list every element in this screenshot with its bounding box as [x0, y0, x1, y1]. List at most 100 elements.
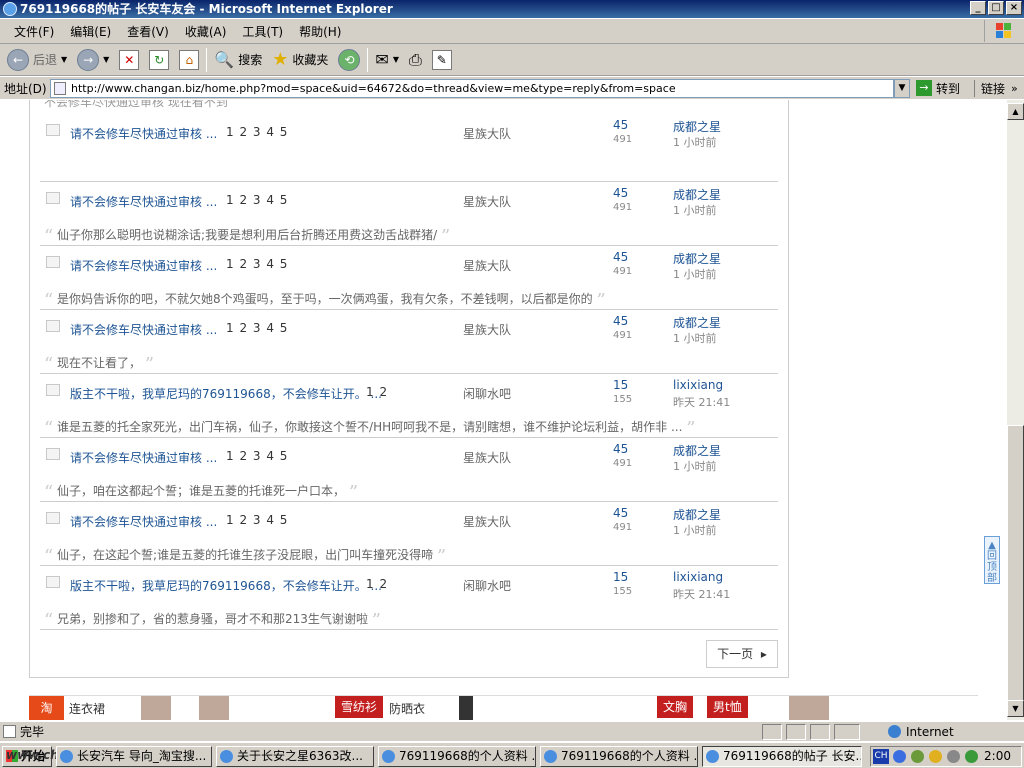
back-to-top-button[interactable]: ▲ 回顶部	[984, 536, 1000, 584]
refresh-button[interactable]: ↻	[146, 47, 172, 73]
status-text: 完毕	[20, 725, 45, 739]
tray-icon[interactable]	[947, 750, 960, 763]
reply-count[interactable]: 15	[613, 378, 628, 392]
search-button[interactable]: 🔍 搜索	[211, 47, 265, 73]
address-dropdown-button[interactable]: ▼	[894, 78, 910, 98]
print-button[interactable]: ⎙	[406, 47, 425, 73]
thread-title-link[interactable]: 请不会修车尽快通过审核 ...	[70, 449, 217, 466]
last-poster-link[interactable]: 成都之星	[673, 442, 721, 459]
maximize-button[interactable]: □	[988, 1, 1004, 15]
forum-link[interactable]: 星族大队	[463, 125, 511, 142]
go-button[interactable]: → 转到	[916, 80, 960, 97]
ad-men-tshirt[interactable]: 男t恤	[707, 696, 748, 718]
stop-button[interactable]: ✕	[116, 47, 142, 73]
last-poster-link[interactable]: 成都之星	[673, 314, 721, 331]
ad-bra[interactable]: 文胸	[657, 696, 694, 718]
ad-banner[interactable]: 淘 连衣裙 雪纺衫 防晒衣 文胸 男t恤	[29, 695, 978, 720]
reply-count[interactable]: 45	[613, 314, 628, 328]
chevron-right-icon[interactable]: »	[1011, 82, 1018, 95]
thread-page-links[interactable]: 1 2 3 4 5	[226, 449, 288, 463]
thread-icon	[46, 448, 60, 460]
zone-label: Internet	[906, 725, 954, 739]
forward-button[interactable]: → ▼	[74, 47, 112, 73]
reply-count[interactable]: 45	[613, 186, 628, 200]
last-poster-link[interactable]: 成都之星	[673, 506, 721, 523]
taskbar-item-active[interactable]: 769119668的帖子 长安...	[702, 746, 862, 767]
back-button[interactable]: ← 后退 ▼	[4, 47, 70, 73]
dropdown-icon: ▼	[103, 55, 110, 64]
scroll-down-button[interactable]: ▼	[1007, 700, 1024, 717]
thread-title-link[interactable]: 版主不干啦，我草尼玛的769119668，不会修车让开。 ...	[70, 385, 382, 402]
ie-icon	[706, 750, 719, 763]
vertical-scrollbar[interactable]: ▲ ▼	[1007, 100, 1024, 720]
menu-view[interactable]: 查看(V)	[119, 23, 177, 40]
thread-page-links[interactable]: 1 2 3 4 5	[226, 257, 288, 271]
edit-button[interactable]: ✎	[429, 47, 455, 73]
address-input[interactable]: http://www.changan.biz/home.php?mod=spac…	[50, 78, 894, 98]
thread-title-link[interactable]: 请不会修车尽快通过审核 ...	[70, 257, 217, 274]
ad-chiffon[interactable]: 雪纺衫	[335, 696, 384, 718]
thread-page-links[interactable]: 1 2 3 4 5	[226, 193, 288, 207]
favorites-button[interactable]: ★ 收藏夹	[269, 47, 331, 73]
forum-link[interactable]: 闲聊水吧	[463, 385, 511, 402]
forum-link[interactable]: 闲聊水吧	[463, 577, 511, 594]
forum-link[interactable]: 星族大队	[463, 513, 511, 530]
quote-close-icon: ”	[440, 226, 451, 247]
menu-favorites[interactable]: 收藏(A)	[177, 23, 235, 40]
reply-count[interactable]: 15	[613, 570, 628, 584]
mail-button[interactable]: ✉ ▼	[372, 47, 402, 73]
window-title-bar[interactable]: 769119668的帖子 长安车友会 - Microsoft Internet …	[0, 0, 1024, 18]
forum-link[interactable]: 星族大队	[463, 449, 511, 466]
tray-icon[interactable]	[911, 750, 924, 763]
thread-title-link[interactable]: 请不会修车尽快通过审核 ...	[70, 513, 217, 530]
last-poster-link[interactable]: 成都之星	[673, 186, 721, 203]
menu-file[interactable]: 文件(F)	[6, 23, 62, 40]
forum-link[interactable]: 星族大队	[463, 257, 511, 274]
thread-title-link[interactable]: 请不会修车尽快通过审核 ...	[70, 193, 217, 210]
language-indicator[interactable]: CH	[873, 749, 889, 764]
star-icon: ★	[272, 49, 289, 70]
minimize-button[interactable]: _	[970, 1, 986, 15]
taskbar-item[interactable]: 长安汽车 导向_淘宝搜...	[56, 746, 212, 767]
taskbar-item[interactable]: 769119668的个人资料 ...	[378, 746, 536, 767]
thread-title-link[interactable]: 版主不干啦，我草尼玛的769119668，不会修车让开。 ...	[70, 577, 382, 594]
tray-icon[interactable]	[965, 750, 978, 763]
menu-edit[interactable]: 编辑(E)	[62, 23, 119, 40]
qq-icon[interactable]	[929, 750, 942, 763]
thread-title-link[interactable]: 请不会修车尽快通过审核 ...	[70, 125, 217, 142]
taskbar-item[interactable]: 769119668的个人资料 ...	[540, 746, 698, 767]
page-done-icon	[3, 725, 16, 738]
home-button[interactable]: ⌂	[176, 47, 202, 73]
reply-count[interactable]: 45	[613, 118, 628, 132]
menu-tools[interactable]: 工具(T)	[234, 23, 291, 40]
last-poster-link[interactable]: lixixiang	[673, 378, 723, 392]
thread-page-links[interactable]: 1 2 3 4 5	[226, 125, 288, 139]
reply-count[interactable]: 45	[613, 506, 628, 520]
forum-link[interactable]: 星族大队	[463, 321, 511, 338]
last-poster-link[interactable]: lixixiang	[673, 570, 723, 584]
links-button[interactable]: 链接	[974, 79, 1005, 97]
menu-help[interactable]: 帮助(H)	[291, 23, 349, 40]
popup-blocked-icon[interactable]	[834, 724, 860, 740]
ie-icon	[544, 750, 557, 763]
thread-page-links[interactable]: 1 2 3 4 5	[226, 321, 288, 335]
quote-open-icon: “	[44, 610, 54, 631]
tray-icon[interactable]	[893, 750, 906, 763]
reply-count[interactable]: 45	[613, 442, 628, 456]
ad-sun-coat[interactable]: 防晒衣	[389, 700, 425, 717]
thread-page-links[interactable]: 1 2 3 4 5	[226, 513, 288, 527]
history-button[interactable]: ⟲	[335, 47, 363, 73]
scroll-thumb[interactable]	[1007, 425, 1024, 715]
thread-page-links[interactable]: 1 2	[366, 577, 388, 591]
last-poster-link[interactable]: 成都之星	[673, 250, 721, 267]
thread-title-link[interactable]: 请不会修车尽快通过审核 ...	[70, 321, 217, 338]
reply-count[interactable]: 45	[613, 250, 628, 264]
scroll-up-button[interactable]: ▲	[1007, 103, 1024, 120]
taskbar-item[interactable]: 关于长安之星6363改...	[216, 746, 374, 767]
forum-link[interactable]: 星族大队	[463, 193, 511, 210]
ad-dress[interactable]: 连衣裙	[69, 700, 105, 717]
next-page-button[interactable]: 下一页 ▸	[706, 640, 778, 668]
thread-page-links[interactable]: 1 2	[366, 385, 388, 399]
close-button[interactable]: ×	[1006, 1, 1022, 15]
last-poster-link[interactable]: 成都之星	[673, 118, 721, 135]
